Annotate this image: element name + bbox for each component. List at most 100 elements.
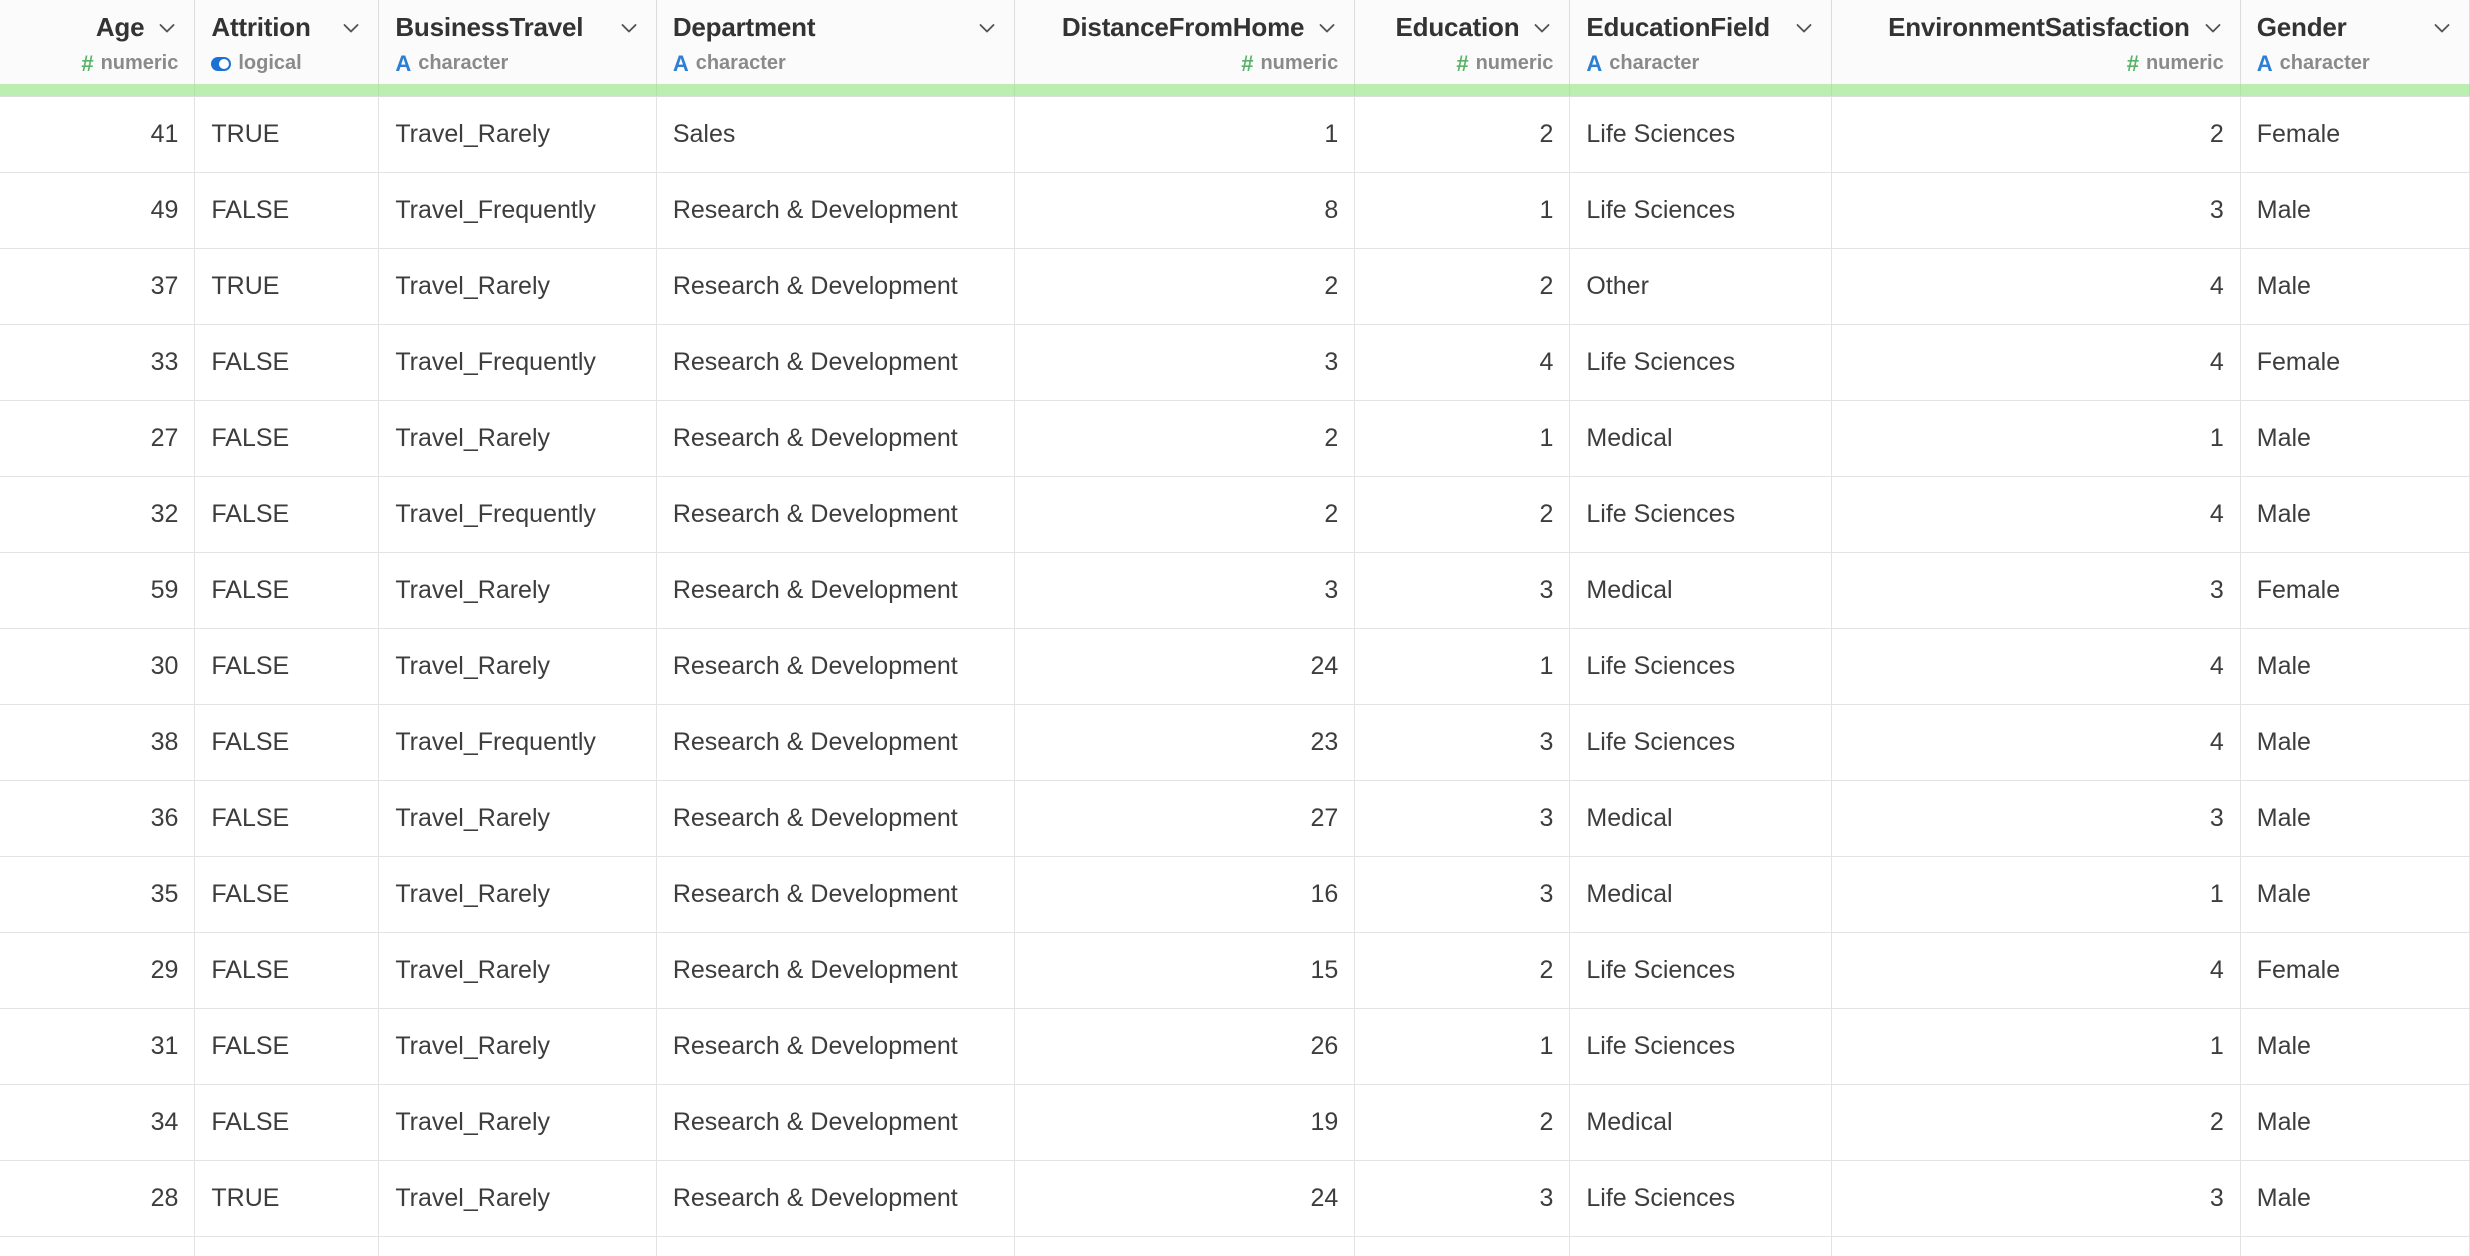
cell-gender[interactable]: Male [2240, 172, 2470, 249]
cell-attrition[interactable]: FALSE [194, 1008, 380, 1085]
cell-educationfield[interactable]: Life Sciences [1569, 96, 1833, 173]
column-header-education[interactable]: Education # numeric [1354, 0, 1571, 84]
table-row[interactable]: 35 FALSE Travel_Rarely Research & Developme… [0, 856, 2470, 933]
cell-businesstravel[interactable]: Travel_Frequently [378, 324, 657, 401]
table-row[interactable]: 32 FALSE Travel_Frequently Research & Devel… [0, 476, 2470, 553]
cell-education[interactable]: 4 [1354, 324, 1571, 401]
cell-distancefromhome[interactable]: 2 [1014, 476, 1356, 553]
cell-environmentsatisfaction[interactable]: 4 [1831, 248, 2241, 325]
cell-age[interactable]: 32 [0, 476, 196, 553]
cell-distancefromhome[interactable]: 23 [1014, 704, 1356, 781]
cell-age[interactable]: 59 [0, 552, 196, 629]
cell-environmentsatisfaction[interactable]: 1 [1831, 1008, 2241, 1085]
chevron-down-icon[interactable] [340, 17, 362, 39]
cell-age[interactable]: 28 [0, 1160, 196, 1237]
cell-age[interactable]: 36 [0, 780, 196, 857]
cell-distancefromhome[interactable]: 27 [1014, 780, 1356, 857]
cell-attrition[interactable]: FALSE [194, 780, 380, 857]
cell-businesstravel[interactable]: Travel_Rarely [378, 780, 657, 857]
table-row[interactable]: 27 FALSE Travel_Rarely Research & Developme… [0, 400, 2470, 477]
cell-gender[interactable]: Male [2240, 628, 2470, 705]
cell-age[interactable]: 29 [0, 1236, 196, 1256]
cell-environmentsatisfaction[interactable]: 2 [1831, 1084, 2241, 1161]
cell-gender[interactable]: Male [2240, 1084, 2470, 1161]
cell-distancefromhome[interactable]: 24 [1014, 628, 1356, 705]
cell-educationfield[interactable]: Other [1569, 248, 1833, 325]
cell-environmentsatisfaction[interactable]: 4 [1831, 324, 2241, 401]
cell-distancefromhome[interactable]: 26 [1014, 1008, 1356, 1085]
cell-environmentsatisfaction[interactable]: 1 [1831, 400, 2241, 477]
cell-gender[interactable]: Female [2240, 96, 2470, 173]
column-header-educationfield[interactable]: EducationField Acharacter [1569, 0, 1833, 84]
cell-attrition[interactable]: TRUE [194, 248, 380, 325]
cell-education[interactable]: 4 [1354, 1236, 1571, 1256]
cell-gender[interactable]: Male [2240, 1008, 2470, 1085]
cell-education[interactable]: 3 [1354, 856, 1571, 933]
cell-environmentsatisfaction[interactable]: 3 [1831, 1160, 2241, 1237]
cell-businesstravel[interactable]: Travel_Rarely [378, 248, 657, 325]
cell-gender[interactable]: Male [2240, 400, 2470, 477]
cell-attrition[interactable]: FALSE [194, 704, 380, 781]
table-row[interactable]: 36 FALSE Travel_Rarely Research & Developme… [0, 780, 2470, 857]
cell-age[interactable]: 29 [0, 932, 196, 1009]
cell-distancefromhome[interactable]: 8 [1014, 172, 1356, 249]
cell-businesstravel[interactable]: Travel_Frequently [378, 476, 657, 553]
cell-attrition[interactable]: FALSE [194, 400, 380, 477]
cell-educationfield[interactable]: Life Sciences [1569, 932, 1833, 1009]
data-grid[interactable]: Age # numeric Attrition logical BusinessTrave… [0, 0, 2470, 1256]
cell-educationfield[interactable]: Medical [1569, 1084, 1833, 1161]
column-header-department[interactable]: Department Acharacter [656, 0, 1016, 84]
cell-environmentsatisfaction[interactable]: 4 [1831, 628, 2241, 705]
cell-distancefromhome[interactable]: 3 [1014, 552, 1356, 629]
cell-age[interactable]: 35 [0, 856, 196, 933]
table-row[interactable]: 34 FALSE Travel_Rarely Research & Developme… [0, 1084, 2470, 1161]
cell-education[interactable]: 3 [1354, 552, 1571, 629]
cell-gender[interactable]: Male [2240, 1160, 2470, 1237]
cell-age[interactable]: 30 [0, 628, 196, 705]
cell-department[interactable]: Research & Development [656, 1236, 1016, 1256]
cell-attrition[interactable]: FALSE [194, 628, 380, 705]
cell-distancefromhome[interactable]: 21 [1014, 1236, 1356, 1256]
cell-attrition[interactable]: TRUE [194, 1160, 380, 1237]
cell-environmentsatisfaction[interactable]: 3 [1831, 552, 2241, 629]
cell-age[interactable]: 49 [0, 172, 196, 249]
cell-education[interactable]: 1 [1354, 400, 1571, 477]
table-row[interactable]: 29FALSETravel_RarelyResearch & Developme… [0, 932, 2470, 1009]
cell-attrition[interactable]: FALSE [194, 324, 380, 401]
cell-educationfield[interactable]: Medical [1569, 856, 1833, 933]
chevron-down-icon[interactable] [618, 17, 640, 39]
chevron-down-icon[interactable] [156, 17, 178, 39]
cell-department[interactable]: Research & Development [656, 248, 1016, 325]
cell-businesstravel[interactable]: Travel_Rarely [378, 552, 657, 629]
cell-gender[interactable]: Male [2240, 704, 2470, 781]
cell-department[interactable]: Research & Development [656, 172, 1016, 249]
cell-distancefromhome[interactable]: 24 [1014, 1160, 1356, 1237]
cell-distancefromhome[interactable]: 3 [1014, 324, 1356, 401]
cell-businesstravel[interactable]: Travel_Rarely [378, 1008, 657, 1085]
cell-age[interactable]: 41 [0, 96, 196, 173]
cell-businesstravel[interactable]: Travel_Rarely [378, 856, 657, 933]
table-row[interactable]: 38 FALSE Travel_Frequently Research & Devel… [0, 704, 2470, 781]
cell-department[interactable]: Research & Development [656, 856, 1016, 933]
cell-education[interactable]: 2 [1354, 96, 1571, 173]
cell-age[interactable]: 38 [0, 704, 196, 781]
cell-distancefromhome[interactable]: 2 [1014, 248, 1356, 325]
cell-department[interactable]: Research & Development [656, 780, 1016, 857]
chevron-down-icon[interactable] [2202, 17, 2224, 39]
cell-age[interactable]: 34 [0, 1084, 196, 1161]
cell-education[interactable]: 3 [1354, 780, 1571, 857]
cell-department[interactable]: Research & Development [656, 1160, 1016, 1237]
cell-education[interactable]: 2 [1354, 932, 1571, 1009]
cell-environmentsatisfaction[interactable]: 4 [1831, 932, 2241, 1009]
cell-environmentsatisfaction[interactable]: 2 [1831, 96, 2241, 173]
cell-education[interactable]: 2 [1354, 476, 1571, 553]
cell-department[interactable]: Research & Development [656, 1008, 1016, 1085]
cell-education[interactable]: 2 [1354, 248, 1571, 325]
cell-education[interactable]: 1 [1354, 628, 1571, 705]
cell-age[interactable]: 37 [0, 248, 196, 325]
cell-department[interactable]: Research & Development [656, 552, 1016, 629]
cell-educationfield[interactable]: Life Sciences [1569, 1236, 1833, 1256]
cell-distancefromhome[interactable]: 15 [1014, 932, 1356, 1009]
cell-department[interactable]: Research & Development [656, 400, 1016, 477]
cell-businesstravel[interactable]: Travel_Rarely [378, 932, 657, 1009]
